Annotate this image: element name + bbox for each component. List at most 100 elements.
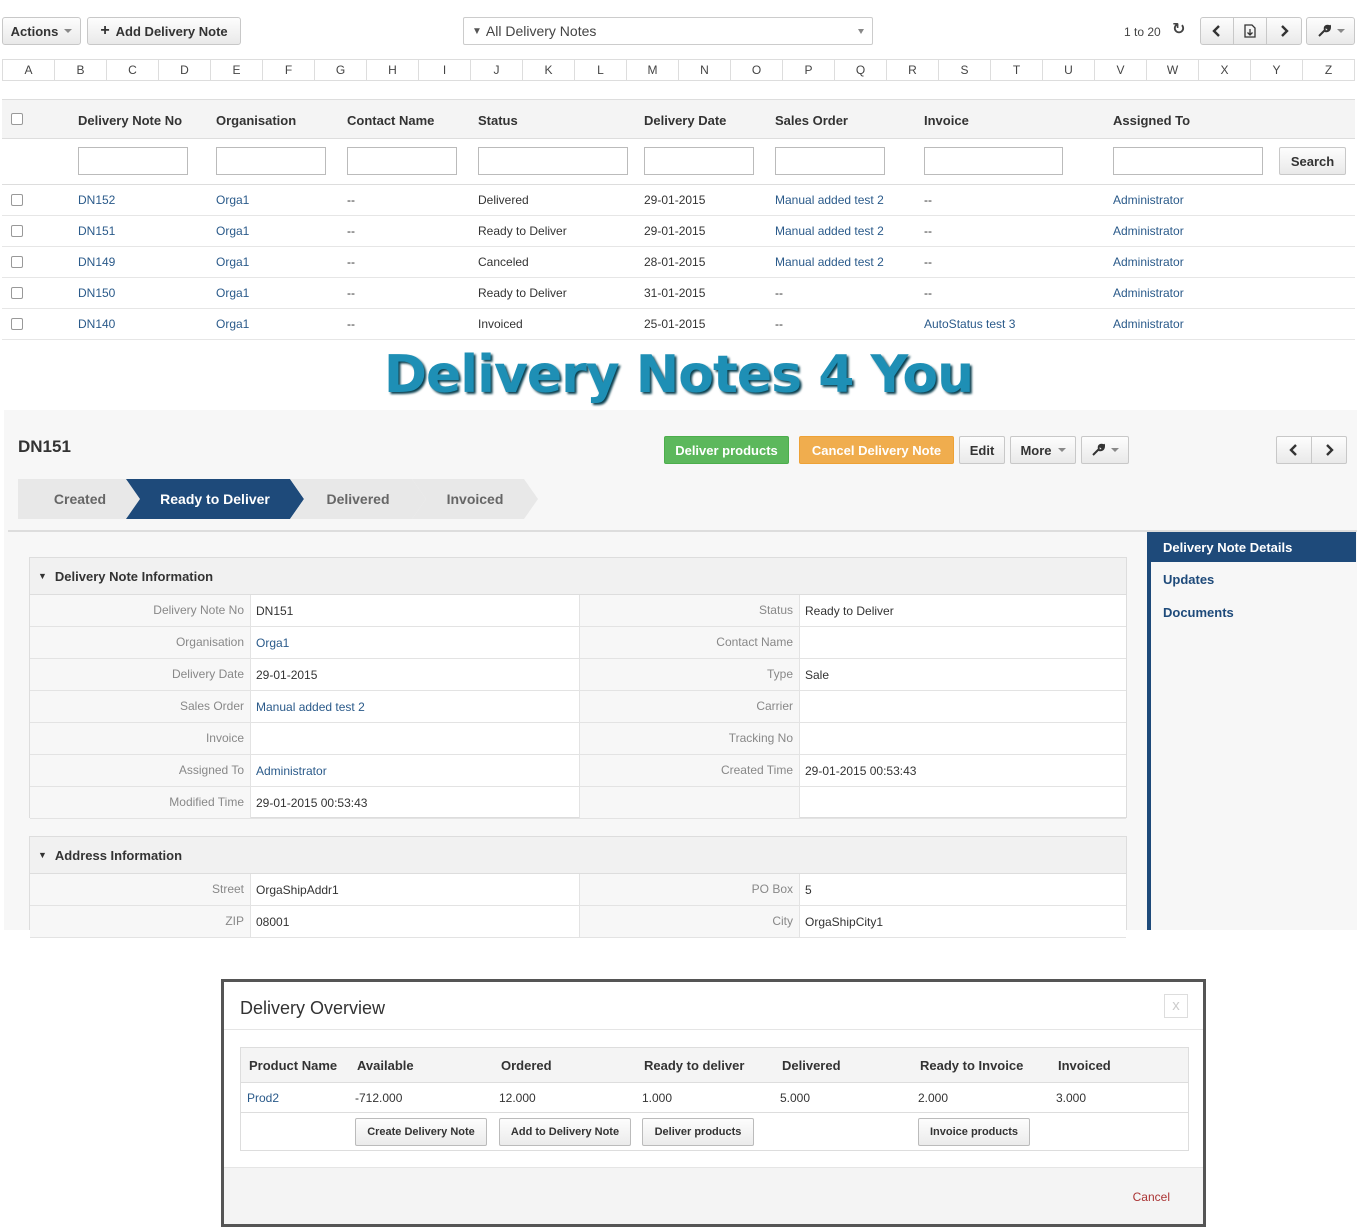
export-button[interactable]	[1233, 17, 1267, 45]
side-nav-updates[interactable]: Updates	[1163, 572, 1214, 587]
cell-assigned[interactable]: Administrator	[1113, 255, 1184, 269]
table-row[interactable]: DN140 Orga1 -- Invoiced 25-01-2015 -- AutoStat…	[2, 309, 1355, 340]
alphabet-letter[interactable]: G	[315, 60, 367, 80]
alphabet-letter[interactable]: J	[471, 60, 523, 80]
alphabet-letter[interactable]: X	[1199, 60, 1251, 80]
cell-no[interactable]: DN149	[78, 255, 115, 269]
alphabet-letter[interactable]: Y	[1251, 60, 1303, 80]
col-header-no[interactable]: Delivery Note No	[78, 113, 182, 128]
alphabet-letter[interactable]: Q	[835, 60, 887, 80]
cell-org[interactable]: Orga1	[216, 255, 249, 269]
filter-organisation-input[interactable]	[216, 147, 326, 175]
alphabet-letter[interactable]: F	[263, 60, 315, 80]
cancel-delivery-note-button[interactable]: Cancel Delivery Note	[799, 436, 954, 464]
col-header-invoice[interactable]: Invoice	[924, 113, 969, 128]
table-row[interactable]: DN150 Orga1 -- Ready to Deliver 31-01-2015 --…	[2, 278, 1355, 309]
alphabet-letter[interactable]: U	[1043, 60, 1095, 80]
actions-button[interactable]: Actions	[2, 17, 81, 45]
search-button[interactable]: Search	[1279, 147, 1346, 175]
cell-order[interactable]: Manual added test 2	[775, 193, 884, 207]
alphabet-letter[interactable]: D	[159, 60, 211, 80]
step-delivered[interactable]: Delivered	[290, 479, 426, 519]
filter-invoice-input[interactable]	[924, 147, 1063, 175]
cell-no[interactable]: DN152	[78, 193, 115, 207]
info-block-header[interactable]: ▼ Delivery Note Information	[30, 558, 1126, 595]
cancel-link[interactable]: Cancel	[1133, 1190, 1170, 1204]
col-header-organisation[interactable]: Organisation	[216, 113, 296, 128]
cell-assigned[interactable]: Administrator	[1113, 193, 1184, 207]
refresh-icon[interactable]: ↻	[1172, 19, 1185, 39]
cell-invoice[interactable]: AutoStatus test 3	[924, 317, 1015, 331]
create-delivery-note-button[interactable]: Create Delivery Note	[355, 1118, 487, 1146]
edit-button[interactable]: Edit	[959, 436, 1005, 464]
cell-org[interactable]: Orga1	[216, 224, 249, 238]
alphabet-letter[interactable]: R	[887, 60, 939, 80]
alphabet-letter[interactable]: V	[1095, 60, 1147, 80]
select-all-checkbox[interactable]	[11, 113, 23, 125]
row-checkbox[interactable]	[11, 287, 23, 299]
row-checkbox[interactable]	[11, 225, 23, 237]
prev-record-button[interactable]	[1276, 436, 1312, 464]
modal-deliver-products-button[interactable]: Deliver products	[642, 1118, 754, 1146]
deliver-products-button[interactable]: Deliver products	[664, 436, 789, 464]
prev-page-button[interactable]	[1200, 17, 1234, 45]
field-value[interactable]: Manual added test 2	[250, 691, 579, 722]
table-row[interactable]: DN152 Orga1 -- Delivered 29-01-2015 Manual ad…	[2, 185, 1355, 216]
next-record-button[interactable]	[1311, 436, 1347, 464]
cell-assigned[interactable]: Administrator	[1113, 286, 1184, 300]
alphabet-letter[interactable]: O	[731, 60, 783, 80]
cell-org[interactable]: Orga1	[216, 193, 249, 207]
step-invoiced[interactable]: Invoiced	[412, 479, 538, 519]
step-ready-to-deliver[interactable]: Ready to Deliver	[126, 479, 304, 519]
alphabet-letter[interactable]: M	[627, 60, 679, 80]
side-nav-documents[interactable]: Documents	[1163, 605, 1234, 620]
filter-order-input[interactable]	[775, 147, 885, 175]
add-delivery-note-button[interactable]: + Add Delivery Note	[87, 17, 241, 45]
alphabet-letter[interactable]: S	[939, 60, 991, 80]
cell-order[interactable]: Manual added test 2	[775, 255, 884, 269]
alphabet-letter[interactable]: K	[523, 60, 575, 80]
alphabet-letter[interactable]: E	[211, 60, 263, 80]
field-value[interactable]: Administrator	[250, 755, 579, 786]
filter-select[interactable]: ▼ All Delivery Notes	[463, 17, 873, 45]
col-header-status[interactable]: Status	[478, 113, 518, 128]
alphabet-letter[interactable]: H	[367, 60, 419, 80]
side-nav-details[interactable]: Delivery Note Details	[1163, 540, 1292, 555]
filter-assigned-input[interactable]	[1113, 147, 1263, 175]
invoice-products-button[interactable]: Invoice products	[918, 1118, 1030, 1146]
row-checkbox[interactable]	[11, 256, 23, 268]
filter-date-input[interactable]	[644, 147, 754, 175]
cell-order[interactable]: Manual added test 2	[775, 224, 884, 238]
next-page-button[interactable]	[1266, 17, 1302, 45]
alphabet-letter[interactable]: Z	[1303, 60, 1354, 80]
table-row[interactable]: DN149 Orga1 -- Canceled 28-01-2015 Manual add…	[2, 247, 1355, 278]
field-value[interactable]: Orga1	[250, 627, 579, 658]
col-header-assigned-to[interactable]: Assigned To	[1113, 113, 1190, 128]
cell-assigned[interactable]: Administrator	[1113, 224, 1184, 238]
alphabet-letter[interactable]: A	[3, 60, 55, 80]
alphabet-letter[interactable]: T	[991, 60, 1043, 80]
row-checkbox[interactable]	[11, 194, 23, 206]
row-checkbox[interactable]	[11, 318, 23, 330]
alphabet-letter[interactable]: N	[679, 60, 731, 80]
more-button[interactable]: More	[1010, 436, 1076, 464]
address-block-header[interactable]: ▼ Address Information	[30, 837, 1126, 874]
alphabet-letter[interactable]: I	[419, 60, 471, 80]
overview-product-link[interactable]: Prod2	[247, 1091, 279, 1105]
alphabet-letter[interactable]: P	[783, 60, 835, 80]
col-header-sales-order[interactable]: Sales Order	[775, 113, 848, 128]
cell-org[interactable]: Orga1	[216, 317, 249, 331]
detail-settings-button[interactable]	[1081, 436, 1129, 464]
cell-no[interactable]: DN151	[78, 224, 115, 238]
cell-no[interactable]: DN140	[78, 317, 115, 331]
cell-no[interactable]: DN150	[78, 286, 115, 300]
table-row[interactable]: DN151 Orga1 -- Ready to Deliver 29-01-2015 Ma…	[2, 216, 1355, 247]
step-created[interactable]: Created	[18, 479, 142, 519]
alphabet-letter[interactable]: C	[107, 60, 159, 80]
filter-contact-input[interactable]	[347, 147, 457, 175]
alphabet-letter[interactable]: L	[575, 60, 627, 80]
alphabet-letter[interactable]: B	[55, 60, 107, 80]
add-to-delivery-note-button[interactable]: Add to Delivery Note	[499, 1118, 631, 1146]
filter-no-input[interactable]	[78, 147, 188, 175]
close-icon[interactable]: x	[1164, 994, 1188, 1018]
